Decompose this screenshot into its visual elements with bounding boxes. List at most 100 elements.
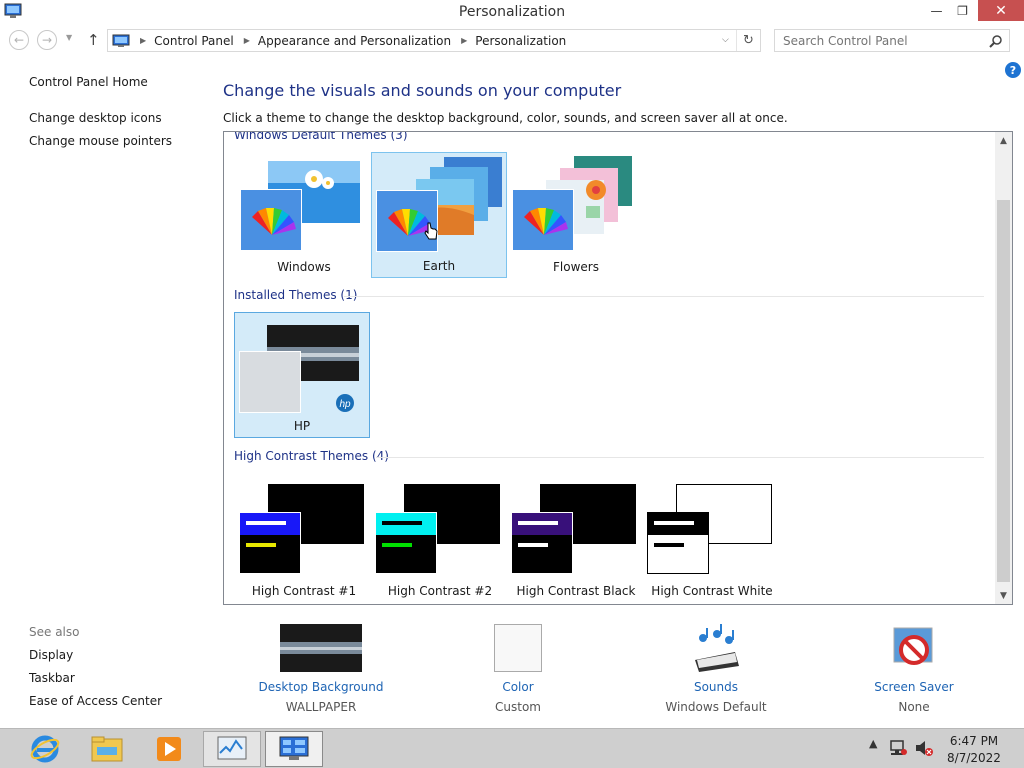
clock-time: 6:47 PM <box>949 734 999 748</box>
breadcrumb-control-panel[interactable]: Control Panel <box>154 34 234 48</box>
setting-title[interactable]: Screen Saver <box>834 680 994 694</box>
theme-high-contrast-black[interactable]: High Contrast Black <box>508 476 644 602</box>
media-player-taskbar-button[interactable] <box>140 731 198 767</box>
close-button[interactable]: ✕ <box>978 0 1024 21</box>
setting-title[interactable]: Color <box>438 680 598 694</box>
internet-explorer-icon <box>30 735 60 763</box>
theme-label: High Contrast White <box>651 584 773 598</box>
taskbar-link[interactable]: Taskbar <box>29 671 75 685</box>
page-description: Click a theme to change the desktop back… <box>223 111 788 125</box>
refresh-button[interactable]: ↻ <box>736 30 760 51</box>
chevron-up-icon[interactable]: ▲ <box>995 132 1012 149</box>
search-box[interactable] <box>774 29 1010 52</box>
scrollbar[interactable]: ▲ ▼ <box>995 132 1012 604</box>
theme-high-contrast-1[interactable]: High Contrast #1 <box>236 476 372 602</box>
theme-windows[interactable]: Windows <box>236 152 372 278</box>
see-also-label: See also <box>29 625 80 639</box>
breadcrumb-separator-icon[interactable]: ▶ <box>244 36 250 45</box>
arrow-right-icon: → <box>41 33 53 47</box>
hcb-preview <box>511 512 573 574</box>
hc2-preview <box>375 512 437 574</box>
setting-value: None <box>898 700 930 714</box>
breadcrumb-separator-icon[interactable]: ▶ <box>140 36 146 45</box>
scrollbar-thumb[interactable] <box>997 200 1010 582</box>
screen-saver-icon <box>893 627 933 665</box>
volume-muted-icon[interactable] <box>914 740 934 756</box>
file-explorer-taskbar-button[interactable] <box>78 731 136 767</box>
navigation-bar: ← → ▼ ↑ ▶ Control Panel ▶ Appearance and… <box>0 28 1024 54</box>
theme-high-contrast-white[interactable]: High Contrast White <box>644 476 780 602</box>
chevron-down-icon[interactable]: ⌵ <box>722 35 729 45</box>
display-link[interactable]: Display <box>29 648 73 662</box>
theme-label: Flowers <box>553 260 599 274</box>
theme-label: Earth <box>422 259 456 273</box>
group-title-windows-default: Windows Default Themes (3) <box>234 131 408 142</box>
desktop-background-setting[interactable]: Desktop Background WALLPAPER <box>241 622 401 714</box>
theme-earth[interactable]: Earth <box>371 152 507 278</box>
setting-title[interactable]: Desktop Background <box>241 680 401 694</box>
group-divider <box>344 296 984 297</box>
minimize-button[interactable]: — <box>922 0 951 21</box>
group-title-high-contrast: High Contrast Themes (4) <box>234 449 389 463</box>
control-panel-home-link[interactable]: Control Panel Home <box>29 75 148 89</box>
chevron-down-icon[interactable]: ▼ <box>995 587 1012 604</box>
theme-label: High Contrast Black <box>516 584 636 598</box>
theme-label: High Contrast #2 <box>387 584 493 598</box>
task-manager-icon <box>217 736 247 760</box>
sounds-setting[interactable]: Sounds Windows Default <box>636 622 796 714</box>
control-panel-taskbar-button[interactable] <box>265 731 323 767</box>
control-panel-icon <box>112 34 130 47</box>
setting-value: WALLPAPER <box>285 700 357 714</box>
internet-explorer-taskbar-button[interactable] <box>16 731 74 767</box>
taskbar: ▲ 6:47 PM 8/7/2022 <box>0 728 1024 768</box>
search-input[interactable] <box>775 30 975 51</box>
group-divider <box>376 457 984 458</box>
theme-label: HP <box>293 419 311 433</box>
folder-icon <box>91 736 123 762</box>
hand-cursor-icon <box>424 222 438 240</box>
theme-list[interactable]: Windows Default Themes (3) Windows Earth… <box>223 131 1013 605</box>
breadcrumb-personalization[interactable]: Personalization <box>475 34 566 48</box>
sounds-icon <box>695 624 739 672</box>
theme-label: Windows <box>277 260 331 274</box>
change-mouse-pointers-link[interactable]: Change mouse pointers <box>29 134 172 148</box>
window-title: Personalization <box>458 4 566 20</box>
hc1-preview <box>239 512 301 574</box>
help-icon[interactable]: ? <box>1005 62 1021 78</box>
svg-text:hp: hp <box>339 399 351 410</box>
page-title: Change the visuals and sounds on your co… <box>223 81 622 100</box>
task-manager-taskbar-button[interactable] <box>203 731 261 767</box>
address-bar[interactable]: ▶ Control Panel ▶ Appearance and Persona… <box>107 29 761 52</box>
network-icon[interactable] <box>889 740 907 756</box>
breadcrumb-appearance[interactable]: Appearance and Personalization <box>258 34 451 48</box>
back-button[interactable]: ← <box>9 30 29 50</box>
theme-flowers[interactable]: Flowers <box>508 152 644 278</box>
color-setting[interactable]: Color Custom <box>438 622 598 714</box>
title-bar: Personalization — ❐ ✕ <box>0 0 1024 24</box>
setting-value: Windows Default <box>665 700 767 714</box>
color-palette-icon <box>512 189 574 251</box>
refresh-icon: ↻ <box>743 33 754 48</box>
group-title-installed: Installed Themes (1) <box>234 288 358 302</box>
ease-of-access-link[interactable]: Ease of Access Center <box>29 694 162 708</box>
forward-button[interactable]: → <box>37 30 57 50</box>
recent-locations-dropdown[interactable]: ▼ <box>66 33 72 42</box>
clock-date: 8/7/2022 <box>947 751 1001 765</box>
color-swatch-icon <box>494 624 542 672</box>
arrow-up-icon: ↑ <box>87 31 100 49</box>
theme-hp[interactable]: hp HP <box>234 312 370 438</box>
hp-logo-icon: hp <box>336 394 354 412</box>
theme-high-contrast-2[interactable]: High Contrast #2 <box>372 476 508 602</box>
arrow-left-icon: ← <box>13 33 25 47</box>
show-hidden-icons-button[interactable]: ▲ <box>869 737 877 750</box>
system-clock[interactable]: 6:47 PM 8/7/2022 <box>944 733 1004 767</box>
maximize-button[interactable]: ❐ <box>948 0 977 21</box>
breadcrumb-separator-icon[interactable]: ▶ <box>461 36 467 45</box>
up-button[interactable]: ↑ <box>87 31 100 49</box>
search-icon[interactable] <box>989 34 1003 48</box>
screen-saver-setting[interactable]: Screen Saver None <box>834 622 994 714</box>
theme-label: High Contrast #1 <box>251 584 357 598</box>
change-desktop-icons-link[interactable]: Change desktop icons <box>29 111 162 125</box>
setting-title[interactable]: Sounds <box>636 680 796 694</box>
color-palette-icon <box>240 189 302 251</box>
